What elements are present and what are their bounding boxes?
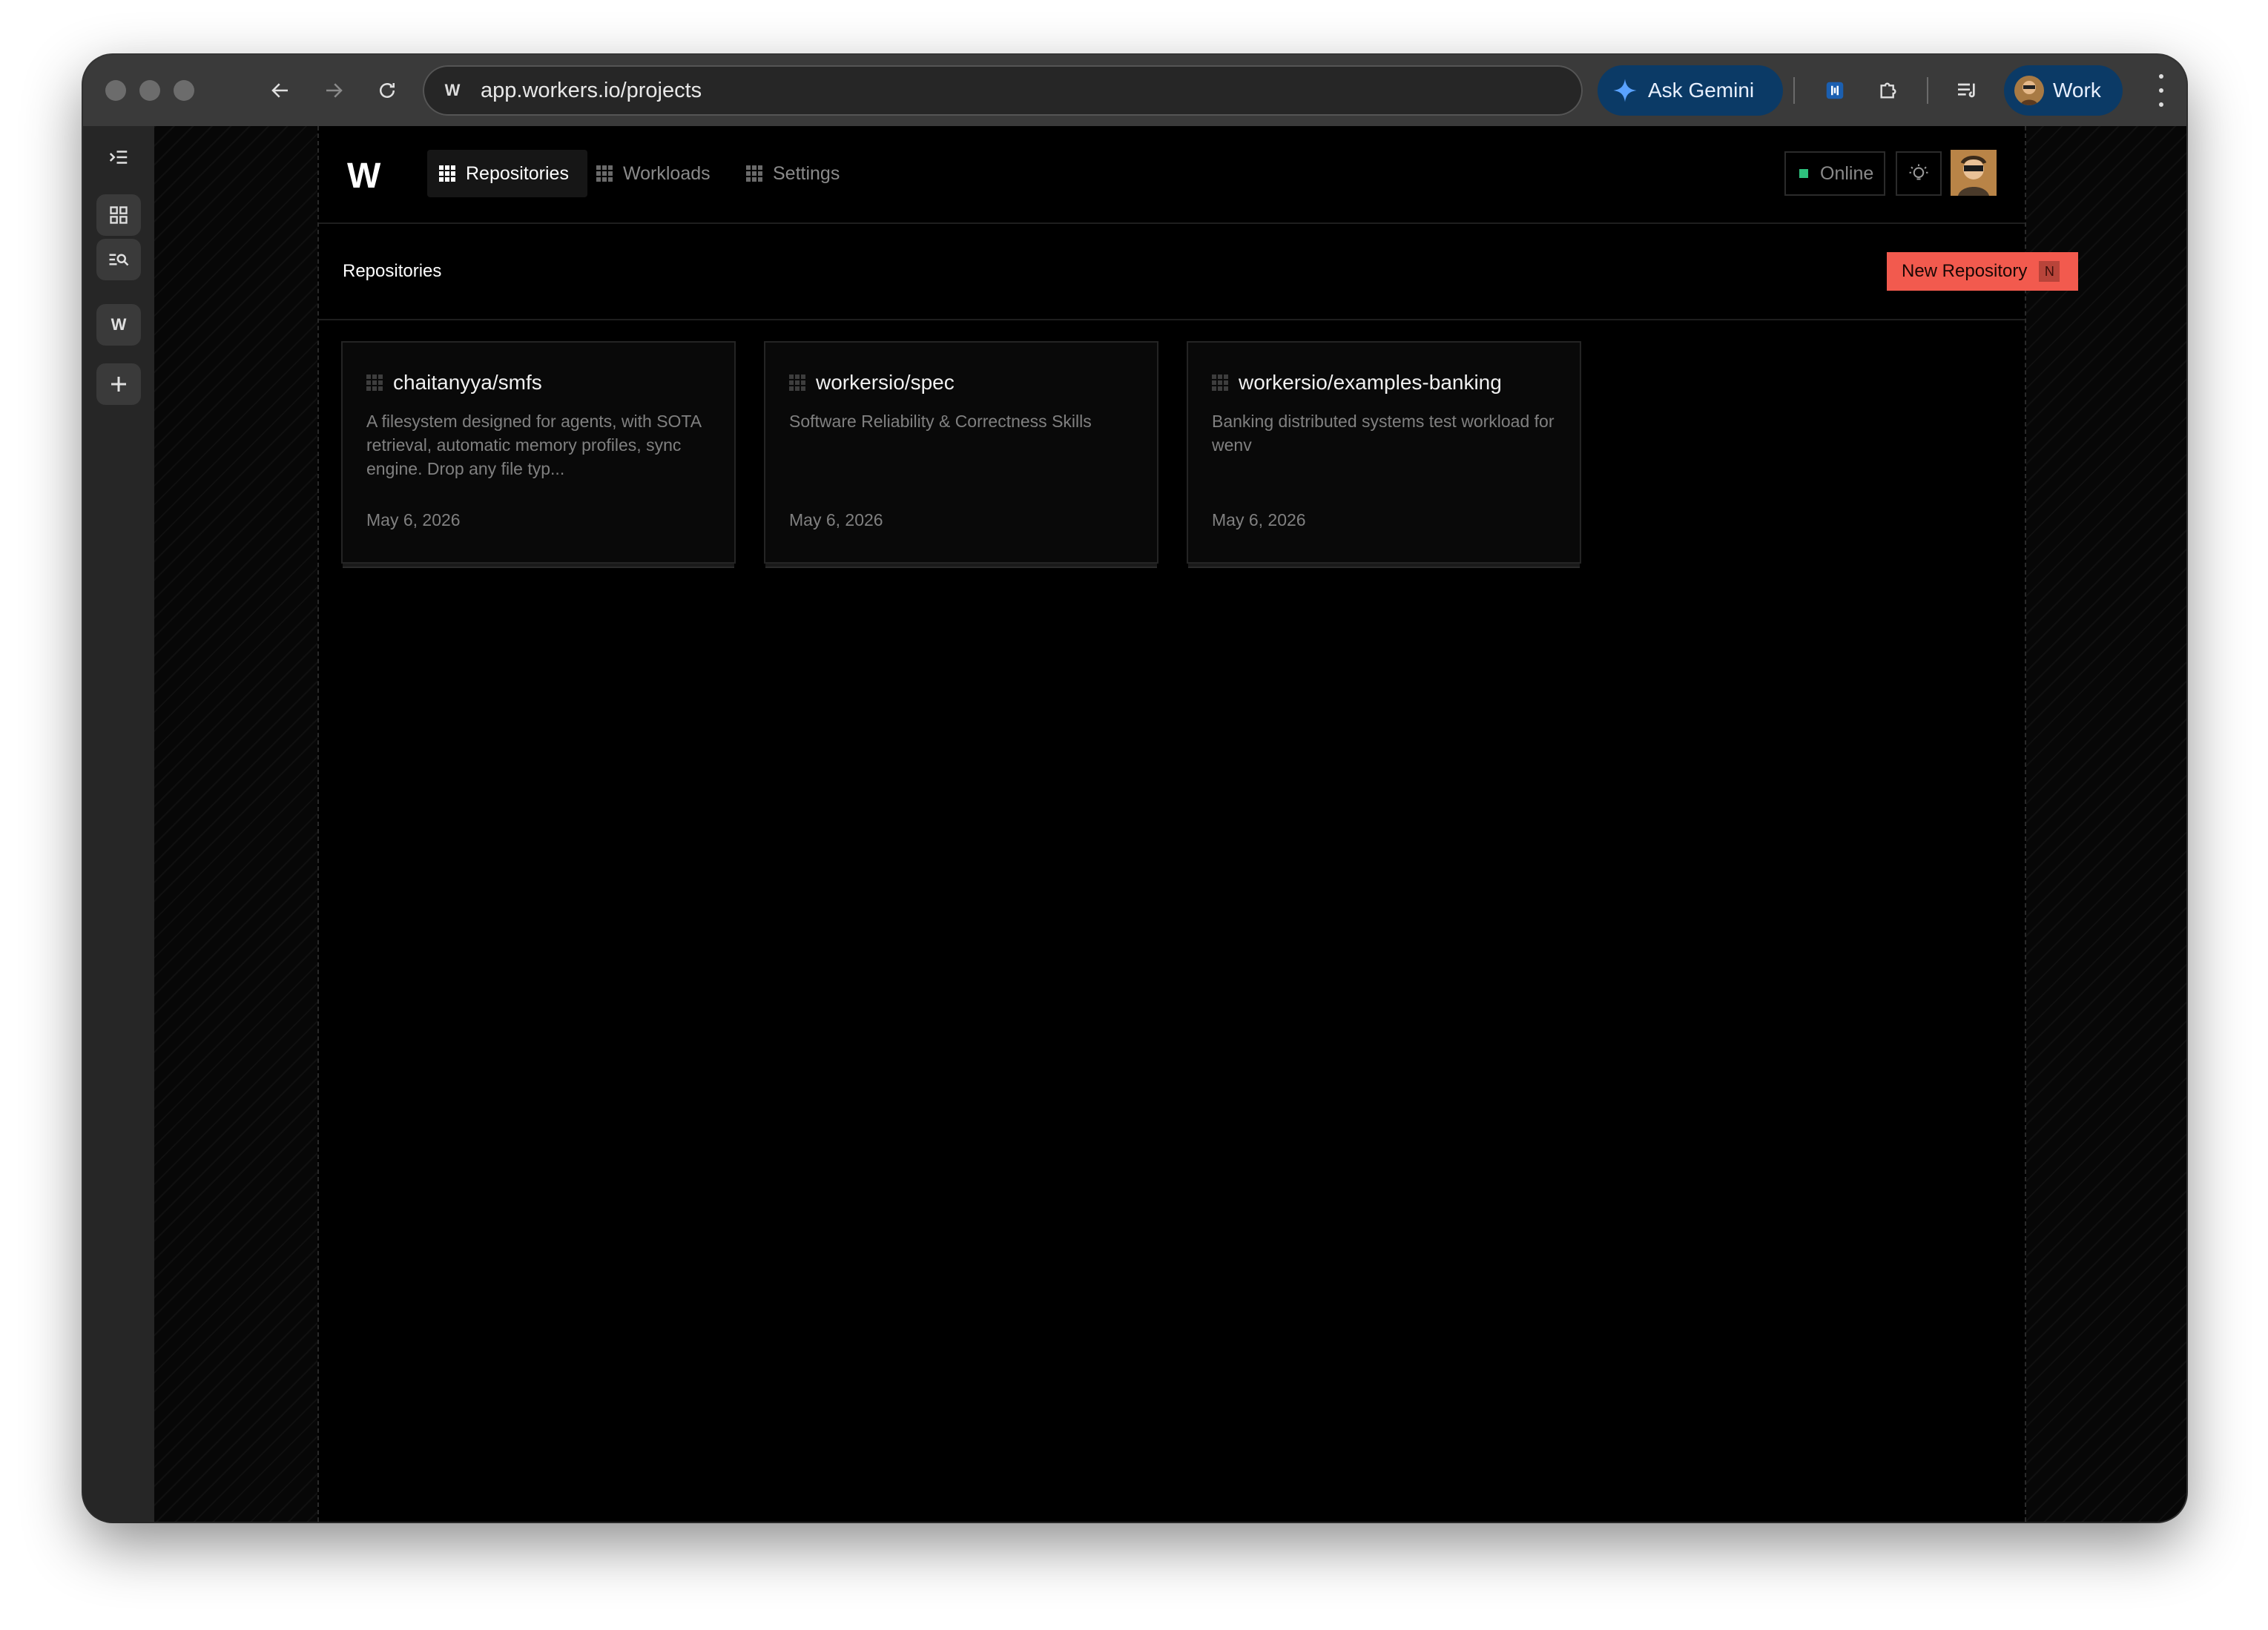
search-tabs-button[interactable] bbox=[96, 239, 141, 280]
profile-label: Work bbox=[2053, 79, 2101, 102]
new-repository-label: New Repository bbox=[1902, 261, 2028, 281]
ask-gemini-label: Ask Gemini bbox=[1648, 79, 1755, 102]
new-repository-button[interactable]: New Repository N bbox=[1887, 252, 2078, 291]
collapse-sidebar-icon bbox=[109, 151, 128, 164]
extension-button[interactable] bbox=[1816, 71, 1854, 110]
media-control-button[interactable] bbox=[1948, 71, 1986, 110]
repository-icon bbox=[366, 374, 383, 391]
toolbar-divider bbox=[1927, 77, 1928, 104]
back-button[interactable] bbox=[260, 70, 301, 111]
url-text: app.workers.io/projects bbox=[481, 78, 702, 102]
profile-button[interactable]: Work bbox=[2004, 65, 2123, 116]
browser-menu-button[interactable] bbox=[2146, 74, 2176, 107]
grid-icon bbox=[110, 206, 128, 224]
repository-name: workersio/examples-banking bbox=[1239, 371, 1502, 394]
page-title: Repositories bbox=[343, 261, 442, 281]
repository-name: workersio/spec bbox=[816, 371, 955, 394]
arrow-left-icon bbox=[271, 83, 288, 98]
toolbar-divider bbox=[1793, 77, 1795, 104]
repository-icon bbox=[789, 374, 805, 391]
user-avatar[interactable] bbox=[1951, 150, 1997, 196]
theme-toggle-button[interactable] bbox=[1896, 151, 1942, 196]
repository-date: May 6, 2026 bbox=[1212, 510, 1306, 529]
page-viewport: W Repositories Workloads Settings Online bbox=[154, 126, 2186, 1522]
ask-gemini-button[interactable]: Ask Gemini bbox=[1598, 65, 1783, 116]
tab-label: Workloads bbox=[623, 162, 711, 184]
repository-card[interactable]: workersio/examples-banking Banking distr… bbox=[1187, 341, 1581, 564]
repository-date: May 6, 2026 bbox=[789, 510, 883, 529]
app-top-nav: W Repositories Workloads Settings Online bbox=[319, 126, 2025, 224]
repository-card[interactable]: workersio/spec Software Reliability & Co… bbox=[764, 341, 1158, 564]
browser-toolbar: W app.workers.io/projects Ask Gemini Wor… bbox=[83, 55, 2186, 126]
browser-window: W app.workers.io/projects Ask Gemini Wor… bbox=[83, 55, 2186, 1522]
forward-button[interactable] bbox=[313, 70, 355, 111]
search-list-icon bbox=[109, 254, 129, 266]
app-logo[interactable]: W bbox=[347, 156, 380, 197]
repository-card-header: workersio/spec bbox=[789, 371, 955, 395]
close-window-button[interactable] bbox=[105, 80, 126, 101]
tab-workloads[interactable]: Workloads bbox=[596, 150, 730, 197]
kebab-dot-icon bbox=[2159, 74, 2163, 79]
playlist-icon bbox=[1958, 83, 1975, 98]
tab-groups-button[interactable] bbox=[96, 194, 141, 236]
site-favicon: W bbox=[444, 81, 461, 99]
grid-icon bbox=[746, 165, 762, 182]
collapse-tabs-button[interactable] bbox=[96, 136, 141, 178]
status-label: Online bbox=[1820, 162, 1874, 184]
repository-description: Software Reliability & Correctness Skill… bbox=[789, 412, 1092, 431]
minimize-window-button[interactable] bbox=[139, 80, 160, 101]
address-bar[interactable]: W app.workers.io/projects bbox=[423, 65, 1583, 116]
extension-app-icon bbox=[1826, 82, 1844, 99]
gemini-sparkle-icon bbox=[1613, 79, 1637, 102]
new-tab-button[interactable] bbox=[96, 363, 141, 405]
repository-card-header: chaitanyya/smfs bbox=[366, 371, 542, 395]
repository-card[interactable]: chaitanyya/smfs A filesystem designed fo… bbox=[341, 341, 736, 564]
keyboard-shortcut-badge: N bbox=[2039, 261, 2060, 282]
reload-icon bbox=[380, 83, 395, 98]
repository-date: May 6, 2026 bbox=[366, 510, 461, 529]
grid-icon bbox=[596, 165, 613, 182]
app-container: W Repositories Workloads Settings Online bbox=[317, 126, 2078, 1522]
tab-repositories[interactable]: Repositories bbox=[427, 150, 587, 197]
tab-label: Settings bbox=[773, 162, 840, 184]
repository-name: chaitanyya/smfs bbox=[393, 371, 542, 394]
page-header: Repositories New Repository N bbox=[319, 224, 2078, 320]
grid-icon bbox=[439, 165, 455, 182]
tab-workers-app[interactable]: W bbox=[96, 304, 141, 346]
repository-description: Banking distributed systems test workloa… bbox=[1212, 412, 1555, 455]
profile-avatar bbox=[2014, 76, 2044, 105]
plus-icon bbox=[111, 377, 126, 392]
repository-icon bbox=[1212, 374, 1228, 391]
extensions-button[interactable] bbox=[1869, 71, 1908, 110]
status-dot-icon bbox=[1799, 169, 1808, 178]
reload-button[interactable] bbox=[366, 70, 408, 111]
repository-description: A filesystem designed for agents, with S… bbox=[366, 412, 701, 478]
tab-favicon: W bbox=[111, 315, 127, 334]
tab-label: Repositories bbox=[466, 162, 569, 184]
repository-card-header: workersio/examples-banking bbox=[1212, 371, 1502, 395]
lightbulb-icon bbox=[1909, 164, 1928, 180]
maximize-window-button[interactable] bbox=[174, 80, 194, 101]
arrow-right-icon bbox=[326, 83, 343, 98]
vertical-tab-strip: W bbox=[83, 126, 154, 1522]
connection-status: Online bbox=[1784, 151, 1885, 196]
tab-settings[interactable]: Settings bbox=[746, 150, 865, 197]
puzzle-icon bbox=[1880, 82, 1896, 99]
